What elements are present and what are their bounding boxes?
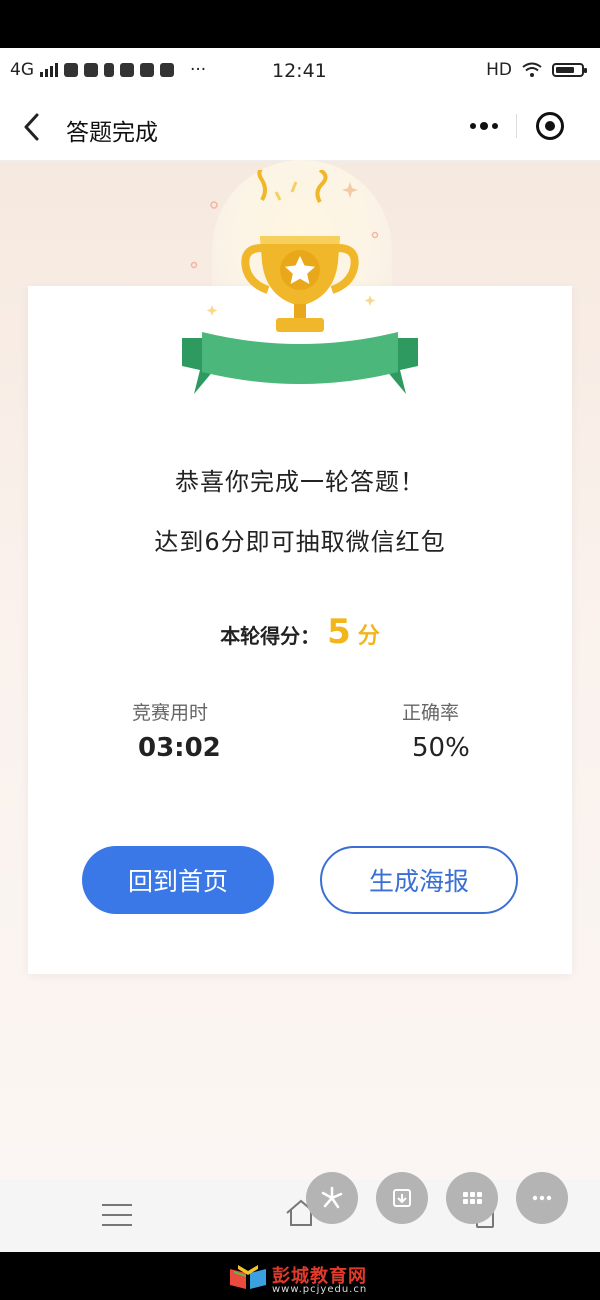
score-unit: 分 <box>357 624 380 649</box>
trophy-illustration <box>182 170 418 394</box>
time-used-label: 竞赛用时 <box>132 702 209 724</box>
close-miniprogram-button[interactable] <box>536 112 564 140</box>
score-label: 本轮得分： <box>220 624 321 648</box>
back-button[interactable] <box>22 112 40 147</box>
accuracy-value: 50% <box>412 733 470 763</box>
more-notifications: ··· <box>190 60 207 80</box>
more-icon[interactable] <box>516 1172 568 1224</box>
page-title: 答题完成 <box>66 120 158 146</box>
message-icon <box>160 63 174 77</box>
capsule-divider <box>516 114 517 138</box>
status-bar: 4G ··· 12:41 HD <box>0 48 600 94</box>
grid-icon[interactable] <box>446 1172 498 1224</box>
accuracy-label: 正确率 <box>402 702 460 724</box>
wechat-notification-icon <box>64 63 78 77</box>
congratulations-message: 恭喜你完成一轮答题！ <box>175 468 425 496</box>
watermark-url: www.pcjyedu.cn <box>272 1284 368 1295</box>
wifi-icon <box>522 62 542 77</box>
status-right: HD <box>486 60 587 80</box>
missed-call-icon <box>140 63 154 77</box>
app-notification-icon <box>84 63 98 77</box>
miniprogram-capsule <box>452 106 582 146</box>
time-used-value: 03:02 <box>138 733 221 763</box>
more-options-button[interactable] <box>462 113 506 139</box>
menu-icon[interactable] <box>102 1204 132 1234</box>
books-logo-icon <box>230 1265 266 1289</box>
generate-poster-button[interactable]: 生成海报 <box>320 846 518 914</box>
sim-icon <box>104 63 114 77</box>
pinwheel-icon[interactable] <box>306 1172 358 1224</box>
navigation-bar: 答题完成 <box>0 94 600 161</box>
network-type: 4G <box>10 60 34 80</box>
signal-icon <box>40 63 58 77</box>
top-letterbox <box>0 0 600 48</box>
score-value: 5 <box>327 612 351 652</box>
chevron-left-icon <box>24 113 39 141</box>
score-row: 本轮得分： 5 分 <box>0 612 600 652</box>
bottom-browser-bar <box>0 1180 600 1252</box>
red-packet-hint: 达到6分即可抽取微信红包 <box>154 528 446 556</box>
hd-indicator: HD <box>486 60 512 80</box>
status-left: 4G ··· <box>10 60 206 80</box>
download-icon[interactable] <box>376 1172 428 1224</box>
clock: 12:41 <box>272 60 327 82</box>
battery-icon <box>552 63 587 77</box>
cloud-icon <box>120 63 134 77</box>
back-to-home-button[interactable]: 回到首页 <box>82 846 274 914</box>
